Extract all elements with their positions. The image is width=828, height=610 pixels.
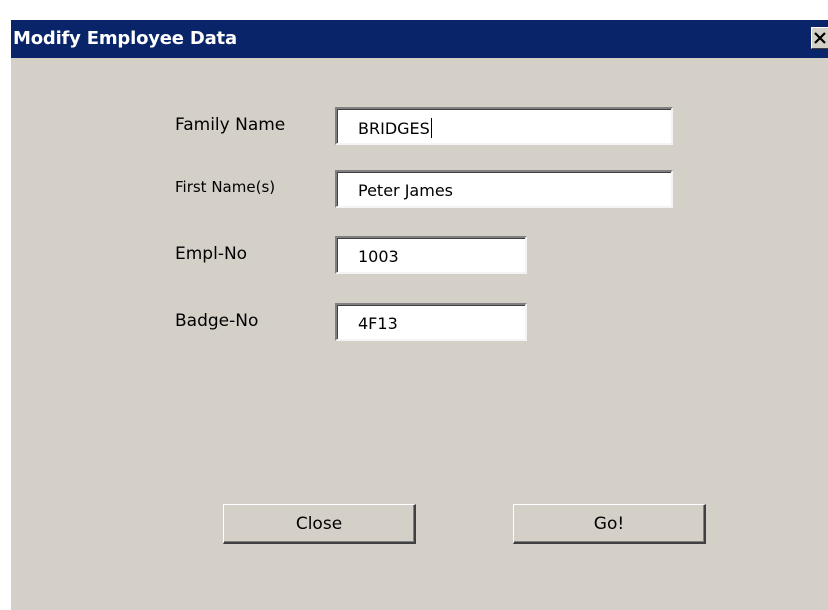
family-name-value: BRIDGES [358, 119, 430, 138]
badge-no-label: Badge-No [175, 311, 259, 331]
family-name-input[interactable]: BRIDGES [335, 107, 673, 145]
family-name-label: Family Name [175, 115, 286, 135]
badge-no-input[interactable]: 4F13 [335, 303, 527, 341]
empl-no-label: Empl-No [175, 244, 248, 264]
window-title: Modify Employee Data [13, 28, 237, 49]
close-button[interactable]: Close [223, 504, 416, 544]
modify-employee-dialog: Modify Employee Data Family Name BRIDGES… [10, 20, 828, 610]
go-button[interactable]: Go! [513, 504, 706, 544]
close-button-label: Close [295, 513, 343, 534]
first-names-label: First Name(s) [175, 178, 276, 196]
empl-no-input[interactable]: 1003 [335, 236, 527, 274]
close-icon [814, 32, 826, 44]
go-button-label: Go! [593, 513, 625, 534]
text-caret [430, 118, 432, 138]
empl-no-value: 1003 [358, 247, 399, 266]
first-names-input[interactable]: Peter James [335, 170, 673, 208]
window-close-button[interactable] [811, 27, 828, 49]
badge-no-value: 4F13 [358, 314, 398, 333]
title-bar[interactable]: Modify Employee Data [11, 20, 828, 58]
first-names-value: Peter James [358, 181, 453, 200]
